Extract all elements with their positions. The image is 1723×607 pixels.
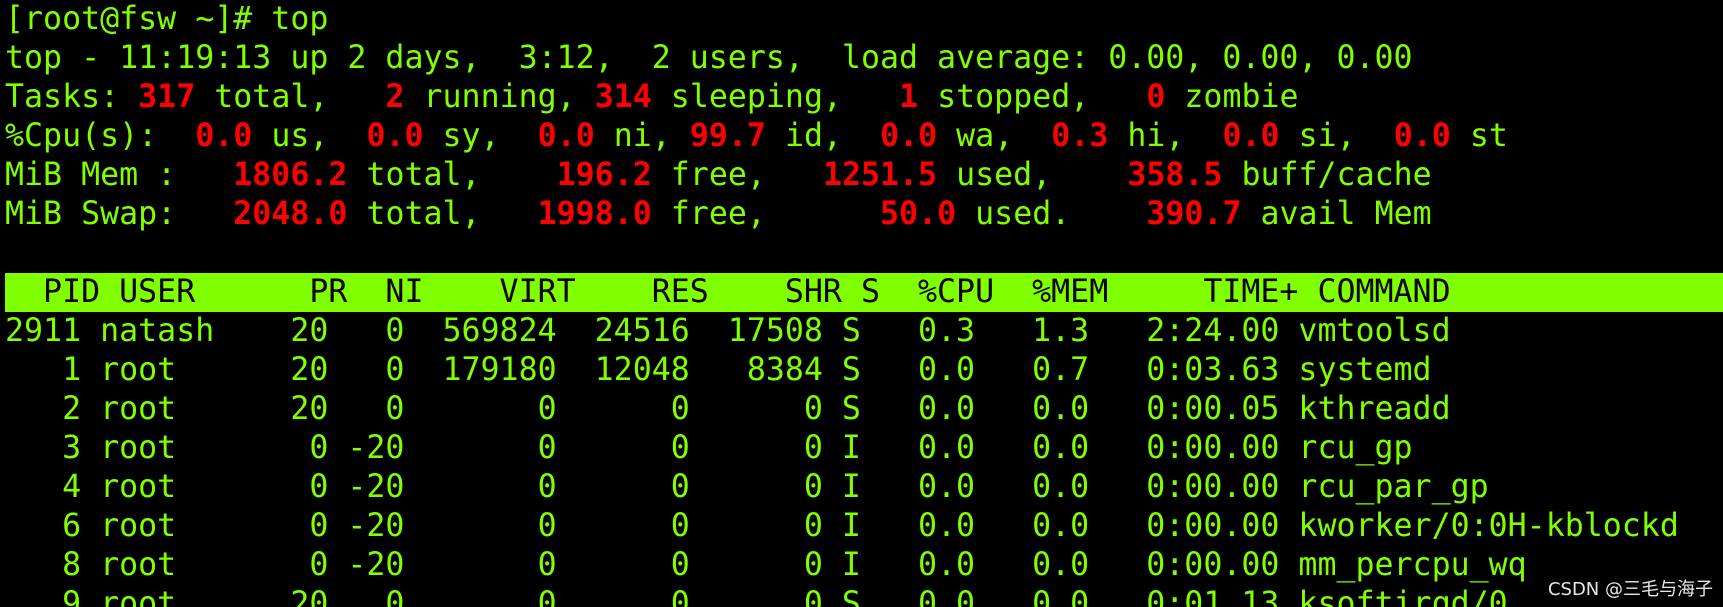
mem-buff-value: 358.5 [1127, 157, 1223, 193]
mem-line: MiB Mem : 1806.2 total, 196.2 free, 1251… [5, 157, 1432, 193]
process-row: 6 root 0 -20 0 0 0 I 0.0 0.0 0:00.00 kwo… [5, 508, 1679, 544]
process-row: 1 root 20 0 179180 12048 8384 S 0.0 0.7 … [5, 352, 1432, 388]
shell-prompt-line: [root@fsw ~]# top [5, 1, 329, 37]
process-row: 4 root 0 -20 0 0 0 I 0.0 0.0 0:00.00 rcu… [5, 469, 1489, 505]
cpu-ni-value: 0.0 [537, 118, 595, 154]
cpu-wa-value: 0.0 [880, 118, 938, 154]
swap-avail-value: 390.7 [1146, 196, 1242, 232]
watermark-text: CSDN @三毛与海子 [1539, 577, 1723, 607]
uptime-load-line: top - 11:19:13 up 2 days, 3:12, 2 users,… [5, 40, 1413, 76]
terminal-window[interactable]: [root@fsw ~]# top top - 11:19:13 up 2 da… [0, 0, 1723, 607]
cpu-hi-value: 0.3 [1051, 118, 1109, 154]
process-table-header: PID USER PR NI VIRT RES SHR S %CPU %MEM … [5, 273, 1723, 312]
swap-total-value: 2048.0 [233, 196, 348, 232]
process-table-body: 2911 natash 20 0 569824 24516 17508 S 0.… [0, 312, 1723, 607]
cpu-id-value: 99.7 [689, 118, 766, 154]
process-row: 9 root 20 0 0 0 0 S 0.0 0.0 0:01.13 ksof… [5, 586, 1508, 607]
cpu-si-value: 0.0 [1222, 118, 1280, 154]
tasks-total-value: 317 [138, 79, 196, 115]
tasks-sleeping-value: 314 [594, 79, 652, 115]
tasks-running-value: 2 [385, 79, 405, 115]
tasks-stopped-value: 1 [899, 79, 919, 115]
cpu-us-value: 0.0 [195, 118, 253, 154]
tasks-zombie-value: 0 [1146, 79, 1166, 115]
tasks-line: Tasks: 317 total, 2 running, 314 sleepin… [5, 79, 1299, 115]
swap-used-value: 50.0 [880, 196, 957, 232]
swap-line: MiB Swap: 2048.0 total, 1998.0 free, 50.… [5, 196, 1432, 232]
cpu-line: %Cpu(s): 0.0 us, 0.0 sy, 0.0 ni, 99.7 id… [5, 118, 1508, 154]
mem-used-value: 1251.5 [822, 157, 938, 193]
process-row: 8 root 0 -20 0 0 0 I 0.0 0.0 0:00.00 mm_… [5, 547, 1527, 583]
mem-free-value: 196.2 [556, 157, 652, 193]
process-row: 2 root 20 0 0 0 0 S 0.0 0.0 0:00.05 kthr… [5, 391, 1451, 427]
process-row: 3 root 0 -20 0 0 0 I 0.0 0.0 0:00.00 rcu… [5, 430, 1413, 466]
mem-total-value: 1806.2 [233, 157, 348, 193]
cpu-st-value: 0.0 [1393, 118, 1451, 154]
cpu-sy-value: 0.0 [366, 118, 424, 154]
process-row: 2911 natash 20 0 569824 24516 17508 S 0.… [5, 313, 1451, 349]
swap-free-value: 1998.0 [537, 196, 652, 232]
